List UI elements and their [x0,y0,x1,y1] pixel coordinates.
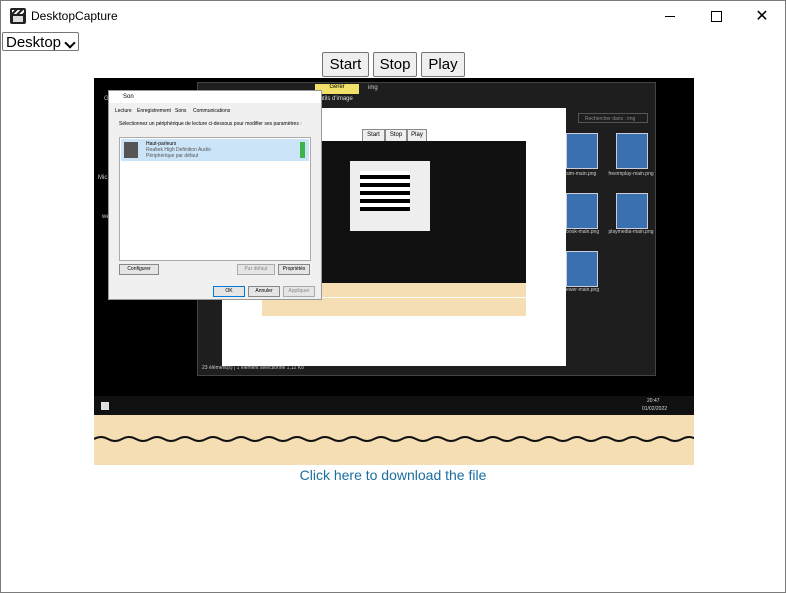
minimize-button[interactable] [647,1,693,31]
image-file-icon [566,133,598,169]
preview-taskbar: 20:47 01/02/2022 [94,396,694,416]
ok-button: OK [213,286,245,297]
desktop-label: Mic [98,175,108,181]
capture-preview: Git Mic we Gérer Outils d'image img Rech… [94,78,694,465]
download-link[interactable]: Click here to download the file [1,467,785,483]
image-file-icon [616,133,648,169]
image-file-icon [566,251,598,287]
dialog-tab: Lecture [115,108,132,114]
nested-bottom-strip [320,283,526,297]
play-button[interactable]: Play [421,52,465,77]
close-icon: ✕ [755,8,769,25]
chevron-down-icon [64,37,76,49]
app-window: DesktopCapture ✕ Desktop Start Stop Play… [0,0,786,593]
file-name: freeimplay-main.png [608,171,654,177]
sound-dialog: Son Lecture Enregistrement Sons Communic… [108,90,322,300]
minimize-icon [665,15,675,17]
apply-button: Appliquer [283,286,315,297]
title-bar: DesktopCapture ✕ [1,1,785,31]
file-name: playmedia-main.png [608,229,654,235]
clapperboard-icon [10,8,26,24]
image-file-icon [616,193,648,229]
beige-strip [94,415,694,465]
folder-name: img [368,85,378,91]
window-title: DesktopCapture [31,9,118,23]
nested-preview [320,141,526,297]
image-file-icon [566,193,598,229]
wave-line [94,436,694,442]
properties-button: Propriétés [278,264,310,275]
device-status: Périphérique par défaut [146,153,199,159]
dialog-tab: Communications [193,108,231,114]
level-meter [300,142,305,158]
dialog-tab: Sons [175,108,187,114]
device-list: Haut-parleurs Realtek High Definition Au… [119,137,311,261]
search-box: Rechercher dans : img [578,113,648,123]
nested-beige-strip [262,298,526,316]
stop-button[interactable]: Stop [373,52,417,77]
source-select[interactable]: Desktop [2,32,79,51]
default-button: Par défaut [237,264,275,275]
speaker-icon [124,142,138,158]
dialog-title: Son [123,94,134,100]
dialog-tab: Enregistrement [137,108,171,114]
start-button[interactable]: Start [322,52,369,77]
maximize-button[interactable] [693,1,739,31]
windows-start-icon [101,402,109,410]
dialog-instruction: Sélectionnez un périphérique de lecture … [119,121,302,127]
close-button[interactable]: ✕ [739,1,785,31]
recursive-capture [360,171,410,211]
taskbar-date: 01/02/2022 [642,406,668,412]
cancel-button: Annuler [248,286,280,297]
source-select-value: Desktop [6,34,62,51]
configure-button: Configurer [119,264,159,275]
dialog-titlebar [109,91,321,103]
maximize-icon [710,10,722,22]
taskbar-time: 20:47 [647,398,660,404]
